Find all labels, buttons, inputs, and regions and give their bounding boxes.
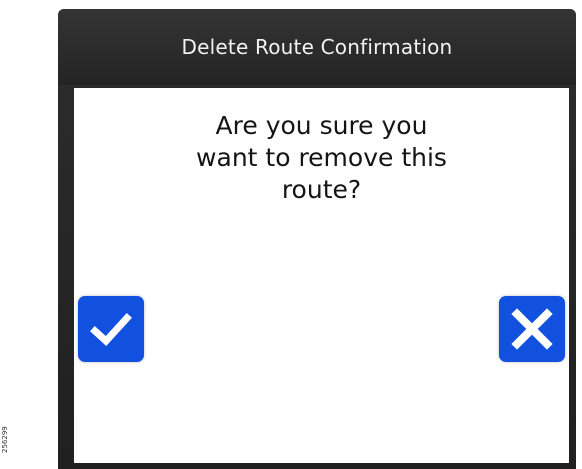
device-screen: Delete Route Confirmation Are you sure y… — [58, 9, 576, 469]
dialog-title-bar: Delete Route Confirmation — [58, 9, 576, 85]
page: 256299 Delete Route Confirmation Are you… — [0, 0, 582, 469]
x-close-icon — [511, 308, 553, 350]
dialog-title: Delete Route Confirmation — [181, 35, 453, 59]
message-line: Are you sure you — [215, 111, 428, 140]
checkmark-icon — [90, 313, 132, 346]
cancel-button[interactable] — [499, 296, 565, 362]
figure-id: 256299 — [1, 426, 9, 454]
message-line: want to remove this — [196, 143, 447, 172]
confirmation-message: Are you sure you want to remove this rou… — [74, 110, 569, 206]
message-line: route? — [281, 175, 362, 204]
dialog-body: Are you sure you want to remove this rou… — [74, 88, 569, 463]
confirm-button[interactable] — [78, 296, 144, 362]
